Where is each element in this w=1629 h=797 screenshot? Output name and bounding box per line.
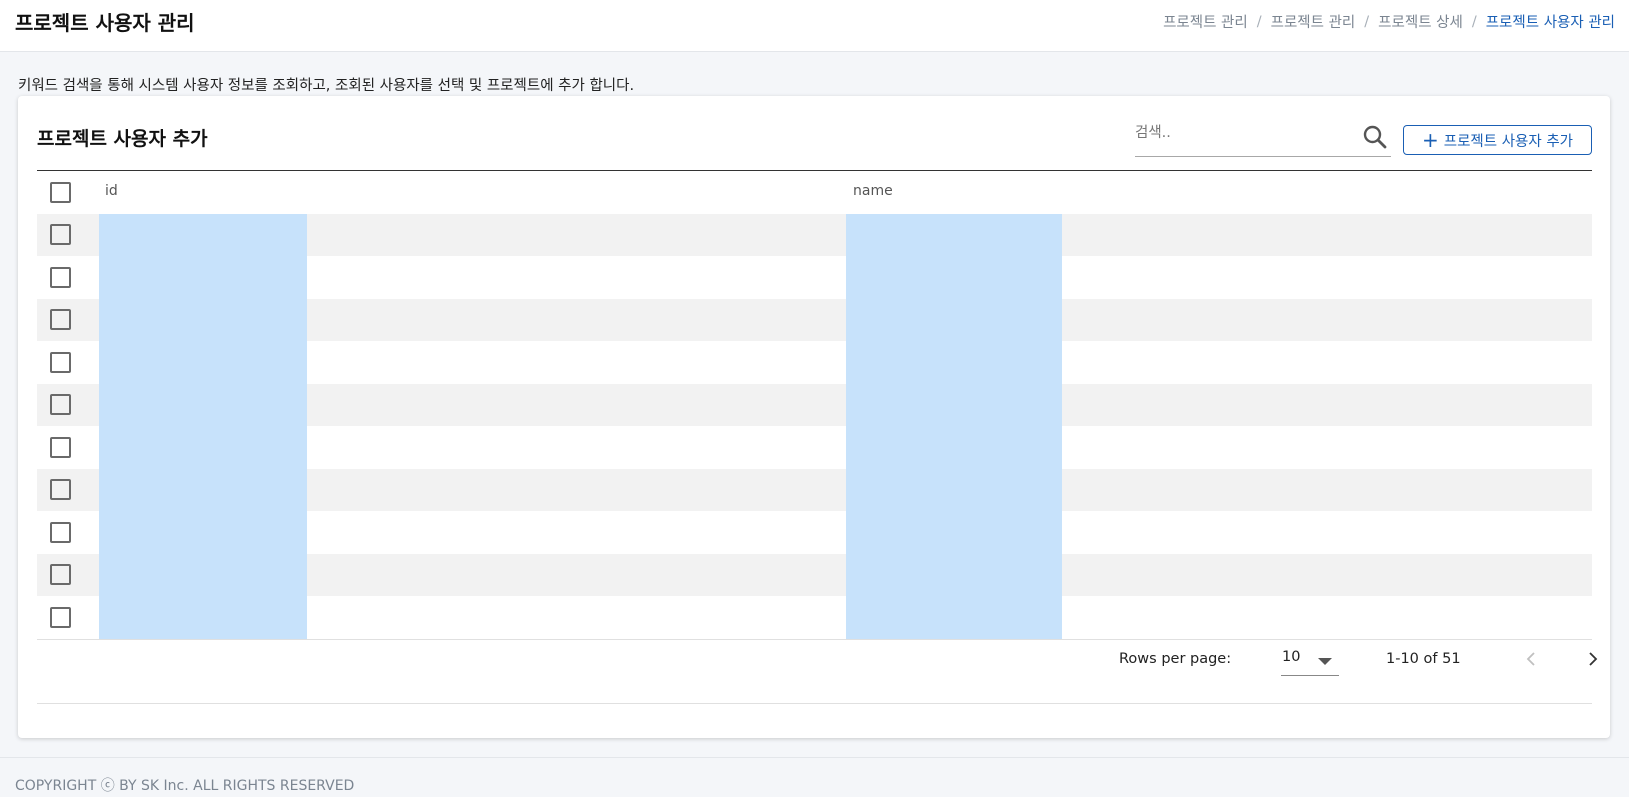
name-cell-redacted <box>846 468 1062 511</box>
table-row[interactable] <box>37 298 1592 341</box>
chevron-right-icon <box>1589 652 1598 666</box>
select-all-checkbox[interactable] <box>50 181 71 203</box>
breadcrumb-item-current: 프로젝트 사용자 관리 <box>1485 15 1615 31</box>
table-row[interactable] <box>37 553 1592 596</box>
row-checkbox[interactable] <box>50 266 71 288</box>
chevron-left-icon <box>1526 652 1535 666</box>
breadcrumb: 프로젝트 관리 / 프로젝트 관리 / 프로젝트 상세 / 프로젝트 사용자 관… <box>1163 11 1615 32</box>
pagination-range: 1-10 of 51 <box>1386 651 1461 667</box>
column-header-name[interactable]: name <box>853 183 893 199</box>
name-cell-redacted <box>846 553 1062 596</box>
id-cell-redacted <box>99 468 307 511</box>
id-cell-redacted <box>99 511 307 554</box>
rows-per-page-value: 10 <box>1282 649 1301 665</box>
name-cell-redacted <box>846 298 1062 341</box>
page-description: 키워드 검색을 통해 시스템 사용자 정보를 조회하고, 조회된 사용자를 선택… <box>18 78 635 94</box>
copyright-text: COPYRIGHT ⓒ BY SK Inc. ALL RIGHTS RESERV… <box>15 778 355 794</box>
breadcrumb-separator: / <box>1364 13 1370 30</box>
caret-down-icon <box>1318 658 1332 665</box>
row-checkbox[interactable] <box>50 564 71 585</box>
id-cell-redacted <box>99 383 307 426</box>
page-title: 프로젝트 사용자 관리 <box>15 11 195 35</box>
table-row[interactable] <box>37 383 1592 426</box>
row-checkbox[interactable] <box>50 224 71 245</box>
row-checkbox[interactable] <box>50 436 71 458</box>
table-row[interactable] <box>37 468 1592 511</box>
column-header-id[interactable]: id <box>105 183 118 199</box>
id-cell-redacted <box>99 256 307 299</box>
row-checkbox[interactable] <box>50 521 71 543</box>
card-title: 프로젝트 사용자 추가 <box>37 128 208 150</box>
user-table: id name <box>37 170 1592 640</box>
id-cell-redacted <box>99 298 307 341</box>
id-cell-redacted <box>99 553 307 596</box>
table-row[interactable] <box>37 256 1592 299</box>
table-header: id name <box>37 171 1592 214</box>
row-checkbox[interactable] <box>50 606 71 628</box>
id-cell-redacted <box>99 341 307 384</box>
name-cell-redacted <box>846 511 1062 554</box>
breadcrumb-item-project-detail[interactable]: 프로젝트 상세 <box>1378 11 1463 32</box>
rows-per-page-select[interactable]: 10 <box>1281 646 1339 676</box>
rows-per-page-label: Rows per page: <box>1119 651 1232 667</box>
table-row[interactable] <box>37 341 1592 384</box>
row-checkbox[interactable] <box>50 351 71 373</box>
name-cell-redacted <box>846 426 1062 469</box>
breadcrumb-item-project-management[interactable]: 프로젝트 관리 <box>1163 11 1248 32</box>
add-project-user-card: 프로젝트 사용자 추가 + 프로젝트 사용자 추가 id name <box>18 96 1610 738</box>
id-cell-redacted <box>99 426 307 469</box>
breadcrumb-item-project-management-2[interactable]: 프로젝트 관리 <box>1271 11 1356 32</box>
add-project-user-button[interactable]: + 프로젝트 사용자 추가 <box>1403 125 1592 155</box>
table-body <box>37 213 1592 640</box>
previous-page-button[interactable] <box>1513 641 1549 677</box>
search-box <box>1135 116 1391 157</box>
footer: COPYRIGHT ⓒ BY SK Inc. ALL RIGHTS RESERV… <box>0 757 1629 797</box>
table-row[interactable] <box>37 511 1592 554</box>
search-icon[interactable] <box>1362 124 1388 150</box>
row-checkbox[interactable] <box>50 479 71 500</box>
breadcrumb-separator: / <box>1256 13 1262 30</box>
table-pagination: Rows per page: 10 1-10 of 51 <box>37 626 1598 704</box>
name-cell-redacted <box>846 383 1062 426</box>
breadcrumb-separator: / <box>1471 13 1477 30</box>
top-bar: 프로젝트 사용자 관리 프로젝트 관리 / 프로젝트 관리 / 프로젝트 상세 … <box>0 0 1629 52</box>
table-row[interactable] <box>37 426 1592 469</box>
plus-icon: + <box>1421 128 1439 152</box>
add-project-user-button-label: 프로젝트 사용자 추가 <box>1443 133 1574 150</box>
next-page-button[interactable] <box>1575 641 1611 677</box>
row-checkbox[interactable] <box>50 394 71 415</box>
search-input[interactable] <box>1135 118 1345 148</box>
name-cell-redacted <box>846 256 1062 299</box>
name-cell-redacted <box>846 341 1062 384</box>
table-row[interactable] <box>37 213 1592 256</box>
name-cell-redacted <box>846 213 1062 256</box>
row-checkbox[interactable] <box>50 309 71 330</box>
id-cell-redacted <box>99 213 307 256</box>
